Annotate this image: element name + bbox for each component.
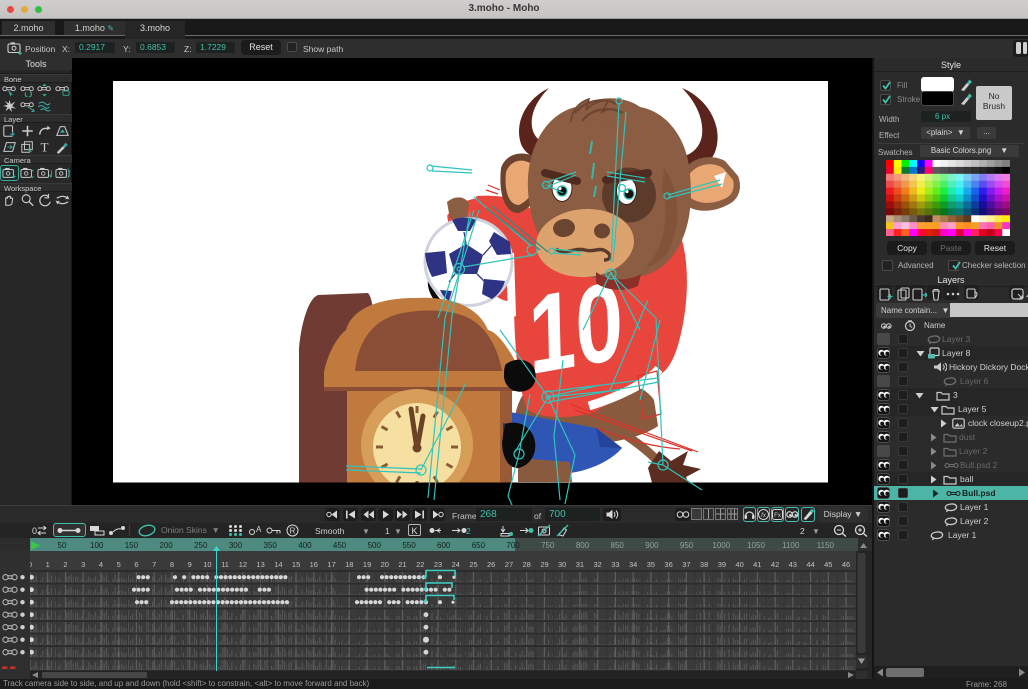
svg-text:R: R [290, 527, 296, 536]
svg-text:7: 7 [152, 560, 156, 569]
svg-text:300: 300 [229, 541, 243, 550]
svg-text:6: 6 [134, 560, 138, 569]
svg-text:0: 0 [32, 526, 37, 536]
svg-text:1000: 1000 [712, 541, 730, 550]
svg-text:1150: 1150 [817, 541, 835, 550]
svg-text:40: 40 [735, 560, 743, 569]
svg-text:38: 38 [700, 560, 708, 569]
svg-text:27: 27 [505, 560, 513, 569]
svg-text:32: 32 [594, 560, 602, 569]
svg-text:46: 46 [842, 560, 850, 569]
svg-text:950: 950 [680, 541, 694, 550]
svg-text:A: A [256, 525, 262, 534]
svg-text:19: 19 [363, 560, 371, 569]
svg-text:26: 26 [487, 560, 495, 569]
svg-text:18: 18 [345, 560, 353, 569]
svg-text:14: 14 [274, 560, 282, 569]
svg-text:10: 10 [203, 560, 211, 569]
svg-text:36: 36 [664, 560, 672, 569]
svg-text:1050: 1050 [747, 541, 765, 550]
svg-text:9: 9 [188, 560, 192, 569]
svg-text:22: 22 [416, 560, 424, 569]
svg-text:17: 17 [327, 560, 335, 569]
svg-text:250: 250 [194, 541, 208, 550]
svg-text:700: 700 [506, 541, 520, 550]
svg-text:5: 5 [117, 560, 121, 569]
svg-text:44: 44 [806, 560, 814, 569]
svg-text:11: 11 [221, 560, 229, 569]
svg-text:23: 23 [434, 560, 442, 569]
svg-text:350: 350 [264, 541, 278, 550]
svg-text:13: 13 [256, 560, 264, 569]
svg-text:600: 600 [437, 541, 451, 550]
svg-text:16: 16 [310, 560, 318, 569]
svg-text:4: 4 [99, 560, 103, 569]
svg-text:31: 31 [576, 560, 584, 569]
svg-text:21: 21 [398, 560, 406, 569]
svg-text:42: 42 [771, 560, 779, 569]
svg-text:43: 43 [789, 560, 797, 569]
svg-text:650: 650 [472, 541, 486, 550]
svg-text:750: 750 [541, 541, 555, 550]
svg-text:150: 150 [125, 541, 139, 550]
svg-text:8: 8 [170, 560, 174, 569]
svg-text:20: 20 [381, 560, 389, 569]
svg-text:1100: 1100 [782, 541, 800, 550]
svg-text:500: 500 [368, 541, 382, 550]
svg-text:12: 12 [239, 560, 247, 569]
svg-text:30: 30 [558, 560, 566, 569]
svg-text:850: 850 [611, 541, 625, 550]
svg-text:34: 34 [629, 560, 637, 569]
svg-text:900: 900 [645, 541, 659, 550]
svg-text:550: 550 [402, 541, 416, 550]
svg-text:33: 33 [611, 560, 619, 569]
svg-text:800: 800 [576, 541, 590, 550]
svg-text:15: 15 [292, 560, 300, 569]
svg-text:fx: fx [761, 513, 767, 519]
svg-text:45: 45 [824, 560, 832, 569]
svg-text:25: 25 [469, 560, 477, 569]
svg-text:37: 37 [682, 560, 690, 569]
svg-text:1: 1 [46, 560, 50, 569]
svg-text:Fx: Fx [774, 513, 781, 519]
svg-text:24: 24 [452, 560, 460, 569]
svg-text:41: 41 [753, 560, 761, 569]
svg-text:50: 50 [58, 541, 67, 550]
svg-text:100: 100 [90, 541, 104, 550]
svg-text:28: 28 [523, 560, 531, 569]
svg-text:35: 35 [647, 560, 655, 569]
svg-text:400: 400 [298, 541, 312, 550]
svg-text:200: 200 [159, 541, 173, 550]
svg-text:3: 3 [81, 560, 85, 569]
svg-text:450: 450 [333, 541, 347, 550]
svg-text:T: T [40, 140, 48, 154]
svg-text:2: 2 [63, 560, 67, 569]
svg-text:39: 39 [718, 560, 726, 569]
svg-text:29: 29 [540, 560, 548, 569]
